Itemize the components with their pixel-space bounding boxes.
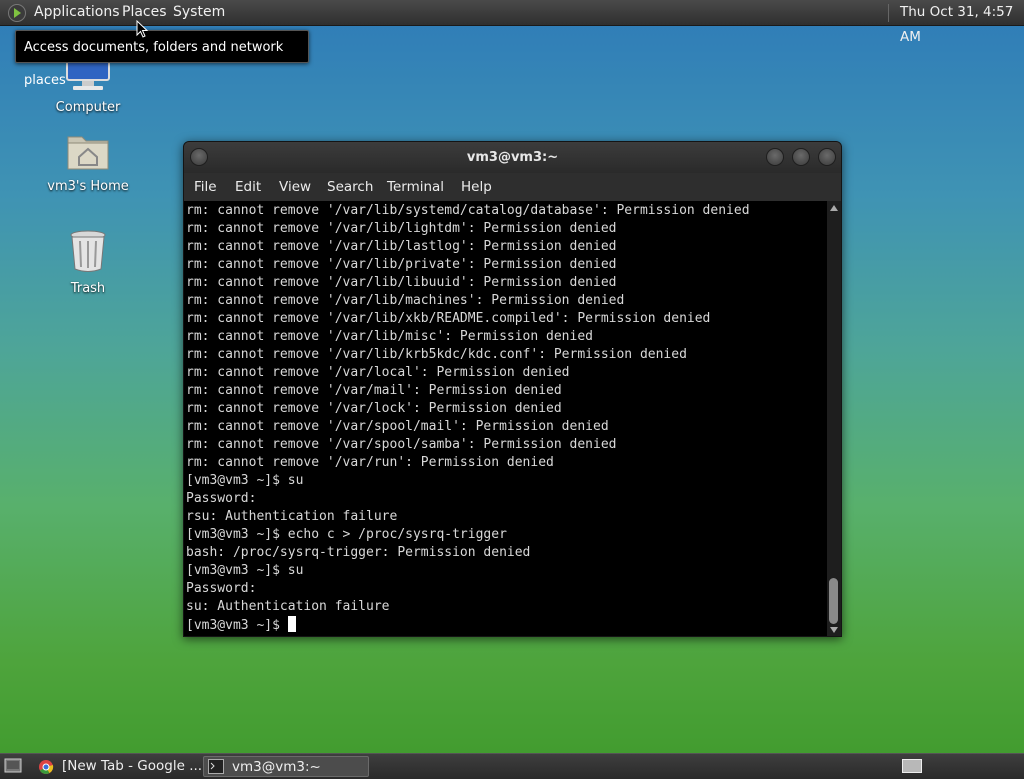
terminal-scrollbar[interactable] [827, 201, 841, 636]
terminal-line: rm: cannot remove '/var/lib/private': Pe… [186, 257, 617, 272]
desktop-icon-trash[interactable]: Trash [33, 229, 143, 296]
terminal-line: rm: cannot remove '/var/lib/krb5kdc/kdc.… [186, 347, 687, 362]
scroll-down-arrow-icon[interactable] [830, 627, 838, 633]
menu-terminal[interactable]: Terminal [387, 173, 444, 201]
close-button[interactable] [818, 148, 836, 166]
places-tooltip: Access documents, folders and network pl… [15, 30, 309, 88]
terminal-prompt-line: [vm3@vm3 ~]$ [186, 616, 827, 634]
terminal-line: bash: /proc/sysrq-trigger: Permission de… [186, 545, 531, 560]
terminal-line: rm: cannot remove '/var/lib/misc': Permi… [186, 329, 593, 344]
terminal-line: rm: cannot remove '/var/mail': Permissio… [186, 383, 562, 398]
terminal-line: su: Authentication failure [186, 599, 390, 614]
terminal-lines: rm: cannot remove '/var/lib/systemd/cata… [184, 201, 827, 634]
menu-help[interactable]: Help [461, 173, 492, 201]
terminal-line: rsu: Authentication failure [186, 509, 398, 524]
task-label: [New Tab - Google ... [62, 758, 203, 774]
terminal-line: rm: cannot remove '/var/lib/lastlog': Pe… [186, 239, 617, 254]
chrome-icon [39, 760, 54, 774]
terminal-window[interactable]: vm3@vm3:~ File Edit View Search Terminal… [183, 141, 842, 637]
taskbar-item-terminal[interactable]: vm3@vm3:~ [203, 756, 369, 777]
menu-search[interactable]: Search [327, 173, 373, 201]
desktop-icon-label: Computer [55, 100, 121, 115]
terminal-line: rm: cannot remove '/var/spool/samba': Pe… [186, 437, 617, 452]
terminal-line: rm: cannot remove '/var/lib/libuuid': Pe… [186, 275, 617, 290]
window-title: vm3@vm3:~ [466, 150, 559, 165]
task-label: vm3@vm3:~ [232, 759, 321, 775]
desktop-icon-label: Trash [70, 281, 106, 296]
desktop-icon-label: vm3's Home [47, 179, 129, 194]
mouse-cursor-icon [136, 20, 148, 38]
applications-logo-icon[interactable] [8, 4, 26, 22]
maximize-button[interactable] [792, 148, 810, 166]
terminal-menubar: File Edit View Search Terminal Help [184, 173, 841, 201]
terminal-line: rm: cannot remove '/var/lib/xkb/README.c… [186, 311, 711, 326]
trash-icon [70, 230, 106, 272]
terminal-line: rm: cannot remove '/var/lock': Permissio… [186, 401, 562, 416]
home-folder-icon [67, 136, 109, 170]
terminal-line: Password: [186, 491, 257, 506]
menu-view[interactable]: View [279, 173, 311, 201]
terminal-line: rm: cannot remove '/var/spool/mail': Per… [186, 419, 609, 434]
terminal-line: rm: cannot remove '/var/local': Permissi… [186, 365, 570, 380]
show-desktop-icon[interactable] [4, 758, 22, 774]
taskbar-item-chrome[interactable]: [New Tab - Google ... [34, 756, 203, 777]
menu-applications[interactable]: Applications [34, 0, 120, 25]
terminal-prompt: [vm3@vm3 ~]$ [186, 618, 288, 633]
window-titlebar[interactable]: vm3@vm3:~ [184, 142, 841, 173]
minimize-button[interactable] [766, 148, 784, 166]
menu-system[interactable]: System [173, 0, 225, 25]
scroll-up-arrow-icon[interactable] [830, 205, 838, 211]
terminal-output[interactable]: rm: cannot remove '/var/lib/systemd/cata… [184, 201, 827, 636]
menu-file[interactable]: File [194, 173, 217, 201]
terminal-line: [vm3@vm3 ~]$ su [186, 563, 304, 578]
top-panel: Applications Places System Thu Oct 31, 4… [0, 0, 1024, 45]
terminal-icon [208, 759, 224, 774]
panel-separator [888, 4, 889, 22]
terminal-line: rm: cannot remove '/var/lib/lightdm': Pe… [186, 221, 617, 236]
clock[interactable]: Thu Oct 31, 4:57 AM [900, 0, 1024, 50]
bottom-panel: [New Tab - Google ... vm3@vm3:~ [0, 753, 1024, 779]
terminal-line: rm: cannot remove '/var/lib/machines': P… [186, 293, 625, 308]
scroll-thumb[interactable] [829, 578, 838, 624]
terminal-line: Password: [186, 581, 257, 596]
desktop-icon-home[interactable]: vm3's Home [33, 131, 143, 194]
menu-edit[interactable]: Edit [235, 173, 261, 201]
terminal-line: [vm3@vm3 ~]$ su [186, 473, 304, 488]
workspace-switcher-icon[interactable] [902, 759, 922, 773]
terminal-line: rm: cannot remove '/var/lib/systemd/cata… [186, 203, 750, 218]
terminal-line: rm: cannot remove '/var/run': Permission… [186, 455, 554, 470]
terminal-line: [vm3@vm3 ~]$ echo c > /proc/sysrq-trigge… [186, 527, 507, 542]
terminal-cursor [287, 616, 296, 632]
